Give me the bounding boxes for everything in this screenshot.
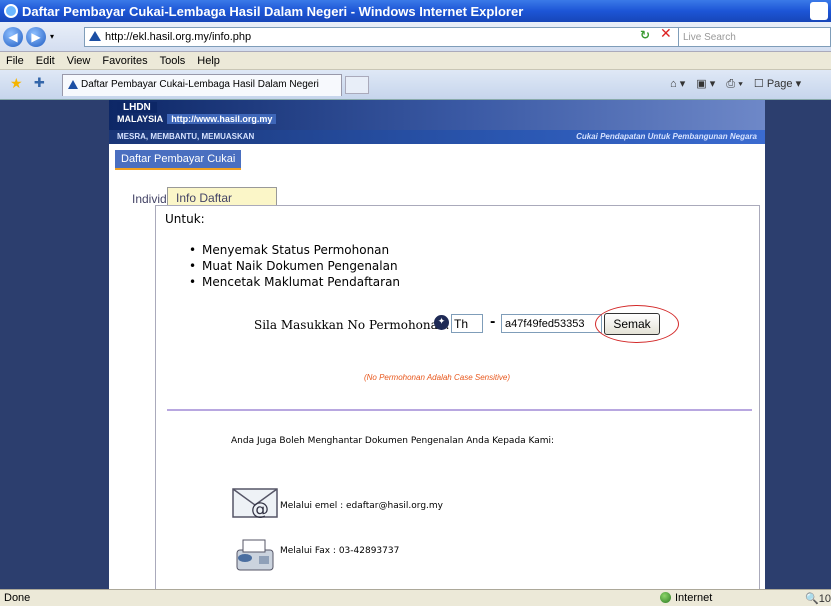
email-contact: Melalui emel : edaftar@hasil.org.my [280, 501, 443, 511]
motto-right: Cukai Pendapatan Untuk Pembangunan Negar… [576, 132, 757, 141]
feeds-icon[interactable]: ▣ ▾ [696, 78, 715, 90]
svg-text:@: @ [251, 499, 269, 519]
menu-tools[interactable]: Tools [160, 55, 186, 67]
globe-icon [660, 592, 671, 603]
print-icon[interactable]: ⎙ ▾ [726, 78, 742, 90]
divider [167, 409, 752, 411]
application-number-field[interactable]: a47f49fed53353 [501, 314, 602, 333]
favorites-star-icon[interactable]: ★ [10, 76, 23, 92]
window-title: Daftar Pembayar Cukai-Lembaga Hasil Dala… [22, 3, 524, 19]
menu-file[interactable]: File [6, 55, 24, 67]
status-text: Done [4, 592, 31, 604]
status-bar: Done Internet 🔍10 [0, 589, 831, 606]
contact-intro: Anda Juga Boleh Menghantar Dokumen Penge… [231, 436, 555, 446]
motto-strip: MESRA, MEMBANTU, MEMUASKAN Cukai Pendapa… [109, 130, 765, 144]
prefix-field[interactable]: Th [451, 314, 483, 333]
motto-left: MESRA, MEMBANTU, MEMUASKAN [117, 132, 255, 141]
globe-icon: ✦ [434, 315, 449, 330]
command-bar: ⌂ ▾ ▣ ▾ ⎙ ▾ ☐ Page ▾ [670, 77, 801, 91]
tab-bar: ★ ✚ Daftar Pembayar Cukai-Lembaga Hasil … [0, 70, 831, 100]
search-input[interactable]: Live Search [678, 27, 831, 47]
nav-daftar-pembayar-cukai[interactable]: Daftar Pembayar Cukai [115, 150, 242, 170]
lhdn-banner: LHDN MALAYSIA http://www.hasil.org.my [109, 100, 765, 130]
home-icon[interactable]: ⌂ ▾ [670, 78, 685, 90]
fax-contact: Melalui Fax : 03-42893737 [280, 546, 400, 556]
email-icon: @ [232, 488, 278, 519]
ie-logo-icon [4, 4, 18, 18]
stop-icon[interactable]: ✕ [660, 26, 672, 42]
banner-lhdn: LHDN [117, 102, 157, 113]
list-item: Muat Naik Dokumen Pengenalan [189, 258, 400, 274]
address-bar: ◀ ▶ ▾ http://ekl.hasil.org.my/info.php ↻… [0, 22, 831, 52]
page-viewport: LHDN MALAYSIA http://www.hasil.org.my MES… [0, 100, 831, 589]
security-zone[interactable]: Internet [660, 592, 712, 604]
history-dropdown-icon[interactable]: ▾ [50, 32, 54, 41]
window-titlebar: Daftar Pembayar Cukai-Lembaga Hasil Dala… [0, 0, 831, 22]
menu-bar: File Edit View Favorites Tools Help [0, 52, 831, 70]
tab-info-daftar[interactable]: Info Daftar [167, 187, 277, 206]
back-button[interactable]: ◀ [3, 26, 23, 47]
application-number-label: Sila Masukkan No Permohonan: [254, 318, 450, 332]
fax-icon [236, 539, 274, 571]
browser-tab[interactable]: Daftar Pembayar Cukai-Lembaga Hasil Dala… [62, 74, 342, 96]
page-menu[interactable]: ☐ Page ▾ [754, 78, 801, 90]
menu-view[interactable]: View [67, 55, 91, 67]
forward-button[interactable]: ▶ [26, 26, 46, 47]
banner-url: MALAYSIA http://www.hasil.org.my [117, 114, 277, 124]
menu-help[interactable]: Help [197, 55, 220, 67]
list-item: Menyemak Status Permohonan [189, 242, 400, 258]
highlight-circle [595, 305, 679, 343]
refresh-icon[interactable]: ↻ [640, 28, 650, 42]
url-input[interactable]: http://ekl.hasil.org.my/info.php [84, 27, 704, 47]
case-sensitive-note: (No Permohonan Adalah Case Sensitive) [363, 373, 510, 382]
untuk-heading: Untuk: [165, 212, 205, 226]
menu-favorites[interactable]: Favorites [102, 55, 147, 67]
zoom-level[interactable]: 🔍10 [805, 592, 831, 605]
add-favorites-icon[interactable]: ✚ [34, 76, 45, 91]
list-item: Mencetak Maklumat Pendaftaran [189, 274, 400, 290]
new-tab-button[interactable] [345, 76, 369, 94]
page-content: LHDN MALAYSIA http://www.hasil.org.my MES… [109, 100, 765, 589]
menu-edit[interactable]: Edit [36, 55, 55, 67]
certificate-warning-icon [89, 31, 101, 41]
window-close-button[interactable] [810, 2, 828, 20]
separator-dash: - [490, 315, 496, 330]
purpose-list: Menyemak Status Permohonan Muat Naik Dok… [189, 242, 400, 290]
tab-warning-icon [68, 80, 78, 89]
